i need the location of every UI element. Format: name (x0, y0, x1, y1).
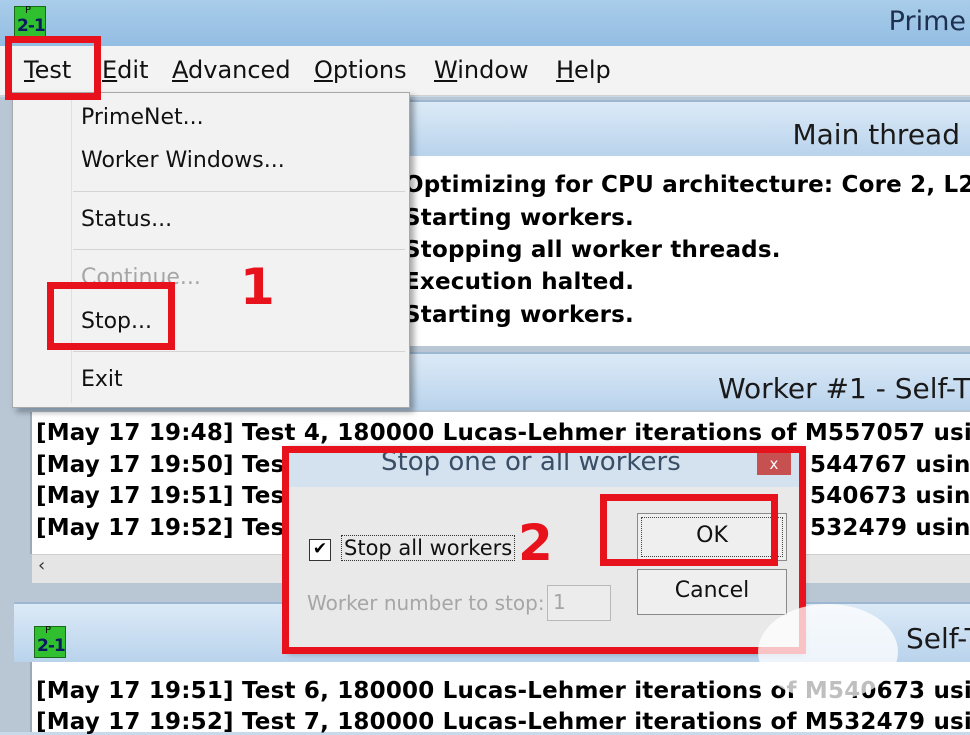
prime95-icon: P 2-1 (14, 5, 46, 38)
highlight-test-menu (5, 36, 101, 100)
log-line: Execution halted. (404, 269, 635, 295)
step-2-label: 2 (518, 514, 553, 572)
log-line: Stopping all worker threads. (404, 237, 781, 263)
menu-options[interactable]: Options (314, 56, 407, 84)
menu-gutter (71, 97, 72, 403)
log-line-tail: 540673 usin (810, 483, 970, 509)
scroll-left-arrow-icon[interactable]: ‹ (38, 555, 45, 576)
worker2-title: Self-T (906, 622, 970, 655)
log-line: [May 17 19:50] Tes (36, 452, 285, 478)
log-line: [May 17 19:52] Test 7, 180000 Lucas-Lehm… (36, 709, 970, 735)
watermark (758, 604, 898, 700)
log-line: [May 17 19:51] Tes (36, 483, 285, 509)
log-line-tail: 532479 usin (810, 515, 970, 541)
menu-item-worker-windows[interactable]: Worker Windows... (81, 148, 285, 173)
menu-separator (73, 249, 405, 250)
log-line: Optimizing for CPU architecture: Core 2,… (404, 172, 970, 198)
worker1-title: Worker #1 - Self-T (718, 372, 970, 405)
highlight-stop-item (47, 282, 175, 350)
log-line: [May 17 19:52] Tes (36, 515, 285, 541)
window-title: Prime (888, 6, 966, 37)
main-thread-log: Optimizing for CPU architecture: Core 2,… (404, 156, 970, 346)
log-line-tail: 544767 usin (810, 452, 970, 478)
log-line: [May 17 19:48] Test 4, 180000 Lucas-Lehm… (36, 420, 970, 446)
menu-help[interactable]: Help (556, 56, 611, 84)
menu-item-primenet[interactable]: PrimeNet... (81, 105, 204, 130)
test-menu-dropdown: PrimeNet... Worker Windows... Status... … (12, 92, 410, 408)
menu-window[interactable]: Window (434, 56, 529, 84)
menu-edit[interactable]: Edit (102, 56, 148, 84)
log-line: Starting workers. (404, 302, 634, 328)
title-bar: P 2-1 Prime (0, 0, 970, 46)
highlight-ok-button (600, 494, 778, 566)
main-thread-title: Main thread (792, 118, 960, 151)
menu-advanced[interactable]: Advanced (172, 56, 291, 84)
menu-separator (73, 191, 405, 192)
prime95-icon: P 2-1 (34, 625, 66, 658)
menu-item-exit[interactable]: Exit (81, 367, 123, 392)
menu-item-status[interactable]: Status... (81, 207, 172, 232)
menu-separator (73, 351, 405, 352)
log-line: Starting workers. (404, 205, 634, 231)
main-thread-window-titlebar[interactable]: Main thread (406, 100, 970, 156)
step-1-label: 1 (240, 258, 275, 316)
